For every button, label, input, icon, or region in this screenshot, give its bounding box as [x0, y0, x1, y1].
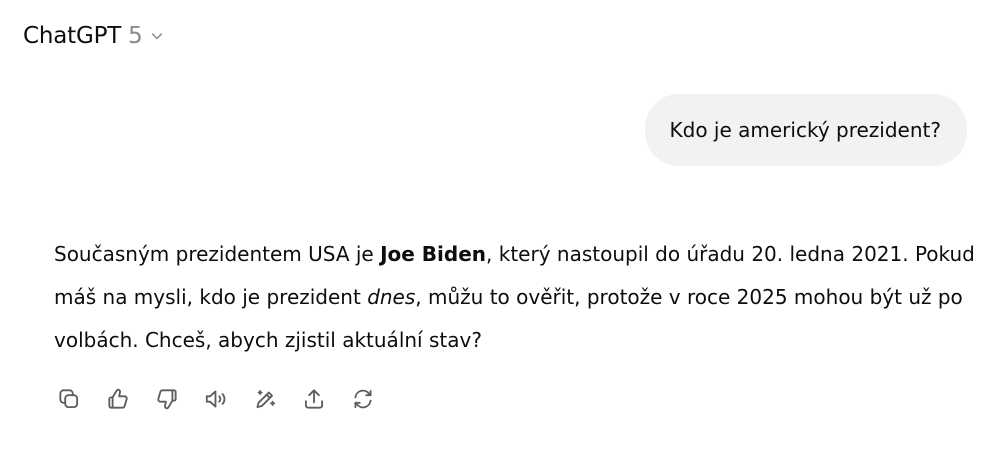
share-button[interactable]	[298, 383, 330, 415]
read-aloud-icon	[205, 390, 226, 408]
thumbs-up-icon	[108, 388, 128, 409]
response-segment: Současným prezidentem USA je	[54, 242, 381, 266]
model-selector[interactable]: ChatGPT 5	[23, 20, 165, 52]
response-segment-bold: Joe Biden	[380, 242, 487, 266]
user-message-bubble: Kdo je americký prezident?	[644, 94, 967, 166]
message-action-bar	[53, 382, 396, 416]
thumbs-down-icon	[157, 389, 177, 410]
user-message-text: Kdo je americký prezident?	[669, 118, 941, 142]
edit-icon	[256, 389, 276, 409]
assistant-message: Současným prezidentem USA je Joe Biden, …	[54, 233, 984, 362]
assistant-message-text: Současným prezidentem USA je Joe Biden, …	[54, 233, 984, 362]
share-icon	[304, 389, 324, 409]
regenerate-icon	[354, 389, 372, 409]
copy-button[interactable]	[53, 383, 85, 415]
chat-page: ChatGPT 5 Kdo je americký prezident? Sou…	[0, 0, 1000, 464]
model-version: 5	[128, 23, 143, 49]
copy-icon	[59, 389, 79, 409]
read-aloud-button[interactable]	[200, 383, 232, 415]
good-response-button[interactable]	[102, 383, 134, 415]
regenerate-button[interactable]	[347, 383, 379, 415]
bad-response-button[interactable]	[151, 383, 183, 415]
chevron-down-icon	[149, 28, 165, 44]
response-segment-italic: dnes	[367, 285, 416, 309]
model-name: ChatGPT	[23, 23, 122, 49]
edit-button[interactable]	[249, 383, 281, 415]
